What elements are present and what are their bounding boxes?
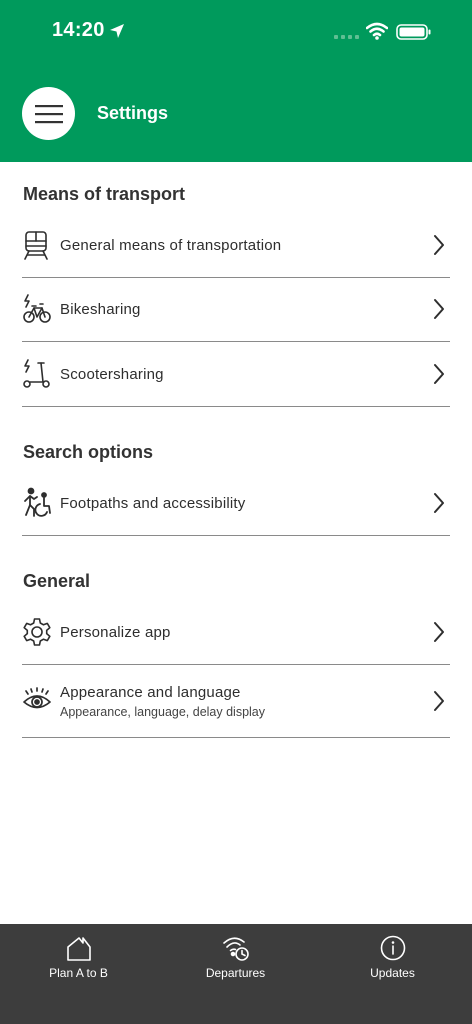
cellular-signal-icon — [334, 35, 359, 39]
bikesharing-icon — [22, 293, 52, 325]
hamburger-icon — [34, 104, 63, 123]
eye-icon — [22, 685, 52, 717]
chevron-right-icon — [434, 299, 444, 319]
settings-item-general-transport[interactable]: General means of transportation — [22, 213, 450, 278]
settings-item-label: Appearance and language — [60, 684, 241, 701]
battery-icon — [396, 24, 431, 40]
settings-item-label: General means of transportation — [60, 237, 282, 254]
settings-item-label: Footpaths and accessibility — [60, 495, 246, 512]
tab-plan-a-to-b[interactable]: Plan A to B — [0, 924, 157, 1024]
page-title: Settings — [97, 103, 169, 123]
accessibility-icon — [22, 487, 52, 519]
home-icon — [66, 937, 91, 961]
chevron-right-icon — [434, 691, 444, 711]
settings-item-label: Personalize app — [60, 624, 171, 641]
chevron-right-icon — [434, 493, 444, 513]
settings-item-personalize[interactable]: Personalize app — [22, 600, 450, 665]
train-icon — [22, 229, 52, 261]
tab-departures[interactable]: Departures — [157, 924, 314, 1024]
header-bar: 14:20 Settings — [0, 0, 472, 162]
status-time: 14:20 — [52, 19, 105, 41]
settings-item-bikesharing[interactable]: Bikesharing — [22, 278, 450, 342]
tab-updates[interactable]: Updates — [314, 924, 471, 1024]
scootersharing-icon — [22, 358, 52, 390]
settings-item-label: Bikesharing — [60, 301, 141, 318]
menu-button[interactable] — [22, 87, 75, 140]
departures-icon — [222, 937, 249, 961]
section-title-means-of-transport: Means of transport — [23, 184, 186, 204]
tab-label: Plan A to B — [49, 966, 108, 980]
settings-item-sublabel: Appearance, language, delay display — [60, 705, 266, 719]
chevron-right-icon — [434, 235, 444, 255]
chevron-right-icon — [434, 364, 444, 384]
settings-item-footpaths[interactable]: Footpaths and accessibility — [22, 471, 450, 536]
settings-item-label: Scootersharing — [60, 366, 164, 383]
tab-label: Updates — [370, 966, 415, 980]
tab-label: Departures — [205, 966, 266, 980]
location-arrow-icon — [110, 24, 124, 38]
settings-item-scootersharing[interactable]: Scootersharing — [22, 342, 450, 407]
chevron-right-icon — [434, 622, 444, 642]
section-title-general: General — [23, 571, 91, 591]
section-title-search-options: Search options — [23, 442, 154, 462]
wifi-icon — [366, 22, 388, 40]
settings-item-appearance[interactable]: Appearance and language Appearance, lang… — [22, 665, 450, 738]
tab-bar: Plan A to B Departures Updates — [0, 924, 472, 1024]
gear-icon — [22, 616, 52, 648]
info-icon — [380, 935, 405, 961]
